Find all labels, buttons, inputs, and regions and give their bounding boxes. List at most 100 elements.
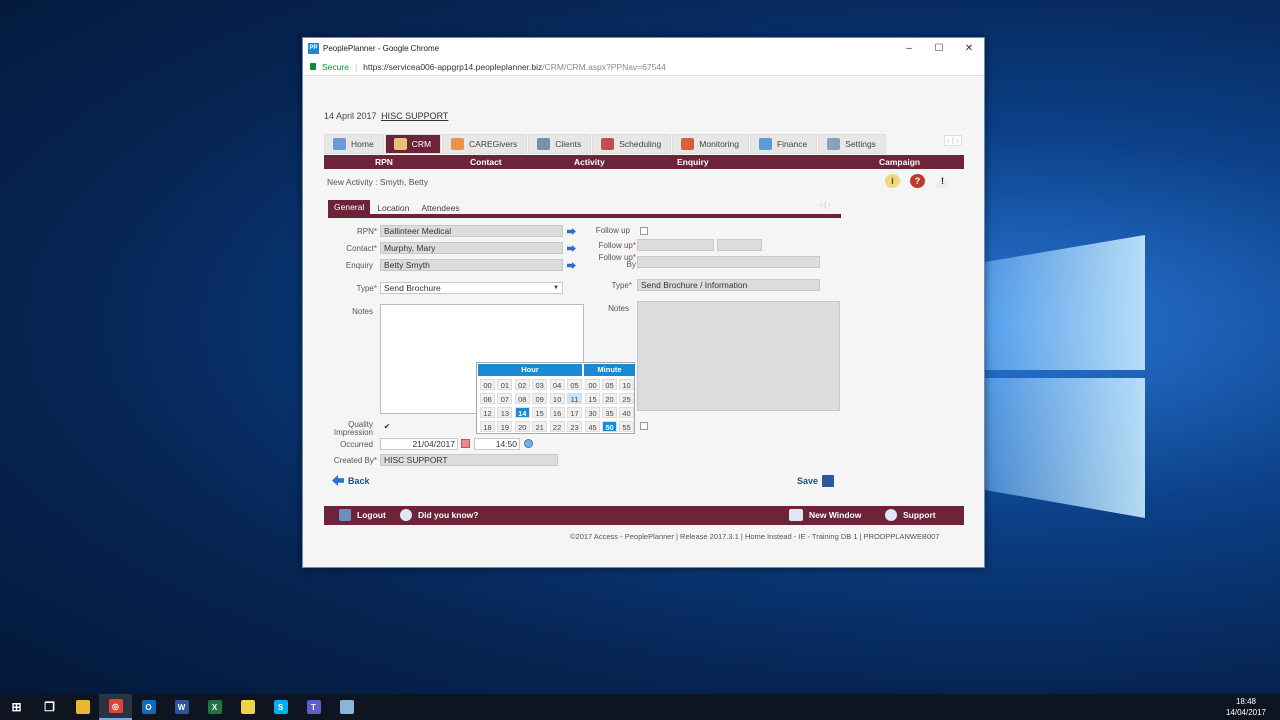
help-icon[interactable]: ? xyxy=(910,174,925,188)
minimize-button[interactable]: – xyxy=(894,43,924,54)
address-bar[interactable]: Secure | https://servicea006-appgrp14.pe… xyxy=(303,58,984,76)
notes2-textarea[interactable] xyxy=(637,301,840,411)
follow-up-date-field[interactable] xyxy=(637,239,714,251)
did-you-know-button[interactable]: Did you know? xyxy=(400,509,478,521)
tab-attendees[interactable]: Attendees xyxy=(416,202,464,214)
minute-cell[interactable]: 50 xyxy=(602,421,617,432)
hour-cell[interactable]: 13 xyxy=(497,407,513,418)
hour-cell[interactable]: 06 xyxy=(480,393,495,404)
tab-clients[interactable]: Clients xyxy=(528,134,592,154)
tab-crm[interactable]: CRM xyxy=(384,134,442,154)
rpn-field[interactable]: Ballinteer Medical xyxy=(380,225,563,237)
hour-cell[interactable]: 00 xyxy=(480,379,495,390)
tab-settings[interactable]: Settings xyxy=(818,134,886,154)
subnav-rpn[interactable]: RPN xyxy=(375,157,393,167)
hour-cell[interactable]: 05 xyxy=(567,379,582,390)
contact-go-icon[interactable] xyxy=(567,245,576,252)
occurred-time-field[interactable]: 14:50 xyxy=(474,438,520,450)
hour-cell[interactable]: 08 xyxy=(514,393,530,404)
occurred-date-field[interactable]: 21/04/2017 xyxy=(380,438,458,450)
info-icon[interactable]: i xyxy=(885,174,900,188)
minute-cell[interactable]: 00 xyxy=(585,379,600,390)
url-base[interactable]: https://servicea006-appgrp14.peopleplann… xyxy=(363,62,542,72)
save-button[interactable]: Save xyxy=(797,475,835,487)
tab-caregivers[interactable]: CAREGivers xyxy=(442,134,528,154)
tab-general[interactable]: General xyxy=(328,200,371,214)
minute-cell[interactable]: 10 xyxy=(619,379,634,390)
hour-cell[interactable]: 19 xyxy=(497,421,513,432)
minute-cell[interactable]: 40 xyxy=(619,407,634,418)
hour-cell[interactable]: 18 xyxy=(480,421,495,432)
taskbar-button[interactable]: O xyxy=(132,694,165,720)
minute-cell[interactable]: 20 xyxy=(602,393,617,404)
taskbar-button[interactable] xyxy=(330,694,363,720)
hour-cell[interactable]: 23 xyxy=(567,421,582,432)
form-tab-arrows[interactable]: ‹ | › xyxy=(820,202,830,209)
support-button[interactable]: Support xyxy=(885,509,936,521)
minute-cell[interactable]: 35 xyxy=(602,407,617,418)
taskbar-button[interactable]: W xyxy=(165,694,198,720)
hour-cell[interactable]: 17 xyxy=(567,407,582,418)
system-clock[interactable]: 18:48 14/04/2017 xyxy=(1226,696,1266,718)
hour-cell[interactable]: 14 xyxy=(514,407,530,418)
taskbar-button[interactable]: ◎ xyxy=(99,694,132,720)
follow-up-time-field[interactable] xyxy=(717,239,762,251)
type-select[interactable]: Send Brochure ▼ xyxy=(380,282,563,294)
subnav-contact[interactable]: Contact xyxy=(470,157,502,167)
hour-cell[interactable]: 12 xyxy=(480,407,495,418)
hour-cell[interactable]: 07 xyxy=(497,393,513,404)
hour-cell[interactable]: 04 xyxy=(549,379,565,390)
hour-cell[interactable]: 20 xyxy=(514,421,530,432)
hour-cell[interactable]: 21 xyxy=(532,421,548,432)
subnav-activity[interactable]: Activity xyxy=(574,157,605,167)
hour-cell[interactable]: 16 xyxy=(549,407,565,418)
minute-cell[interactable]: 55 xyxy=(619,421,634,432)
tab-finance[interactable]: Finance xyxy=(749,134,818,154)
taskbar-button[interactable] xyxy=(66,694,99,720)
calendar-icon[interactable] xyxy=(461,439,470,448)
minute-cell[interactable]: 45 xyxy=(585,421,600,432)
tab-nav-arrows[interactable]: ‹ | › xyxy=(944,135,962,146)
taskbar-button[interactable]: ⊞ xyxy=(0,694,33,720)
logout-button[interactable]: Logout xyxy=(339,509,386,521)
hour-cell[interactable]: 10 xyxy=(549,393,565,404)
minute-cell[interactable]: 05 xyxy=(602,379,617,390)
hour-cell[interactable]: 11 xyxy=(567,393,582,404)
user-link[interactable]: HISC SUPPORT xyxy=(381,111,448,121)
taskbar-button[interactable]: S xyxy=(264,694,297,720)
taskbar-button[interactable]: T xyxy=(297,694,330,720)
tab-location[interactable]: Location xyxy=(372,202,414,214)
minute-cell[interactable]: 30 xyxy=(585,407,600,418)
quality-checkbox[interactable]: ✔ xyxy=(383,423,391,432)
taskbar-button[interactable]: X xyxy=(198,694,231,720)
minute-cell[interactable]: 15 xyxy=(585,393,600,404)
subnav-enquiry[interactable]: Enquiry xyxy=(677,157,709,167)
follow-up-by-field[interactable] xyxy=(637,256,820,268)
contact-field[interactable]: Murphy, Mary xyxy=(380,242,563,254)
hour-cell[interactable]: 22 xyxy=(549,421,565,432)
tab-scheduling[interactable]: Scheduling xyxy=(592,134,672,154)
enquiry-field[interactable]: Betty Smyth xyxy=(380,259,563,271)
clock-icon[interactable] xyxy=(524,439,533,448)
hour-cell[interactable]: 15 xyxy=(532,407,548,418)
close-button[interactable]: ✕ xyxy=(954,43,984,54)
maximize-button[interactable]: ☐ xyxy=(924,43,954,54)
taskbar-button[interactable]: ❐ xyxy=(33,694,66,720)
type2-field[interactable]: Send Brochure / Information xyxy=(637,279,820,291)
follow-up-checkbox[interactable] xyxy=(640,227,648,235)
hour-cell[interactable]: 09 xyxy=(532,393,548,404)
url-path[interactable]: /CRM/CRM.aspx?PPNav=67544 xyxy=(542,62,666,72)
rpn-go-icon[interactable] xyxy=(567,228,576,235)
minute-cell[interactable]: 25 xyxy=(619,393,634,404)
hour-cell[interactable]: 01 xyxy=(497,379,513,390)
back-button[interactable]: Back xyxy=(332,475,370,486)
hour-cell[interactable]: 02 xyxy=(514,379,530,390)
hour-cell[interactable]: 03 xyxy=(532,379,548,390)
tab-monitoring[interactable]: Monitoring xyxy=(672,134,749,154)
new-window-button[interactable]: New Window xyxy=(789,509,861,521)
tab-home[interactable]: Home xyxy=(324,134,384,154)
enquiry-go-icon[interactable] xyxy=(567,262,576,269)
taskbar-button[interactable] xyxy=(231,694,264,720)
subnav-campaign[interactable]: Campaign xyxy=(879,157,920,167)
warning-icon[interactable]: ! xyxy=(935,174,950,188)
